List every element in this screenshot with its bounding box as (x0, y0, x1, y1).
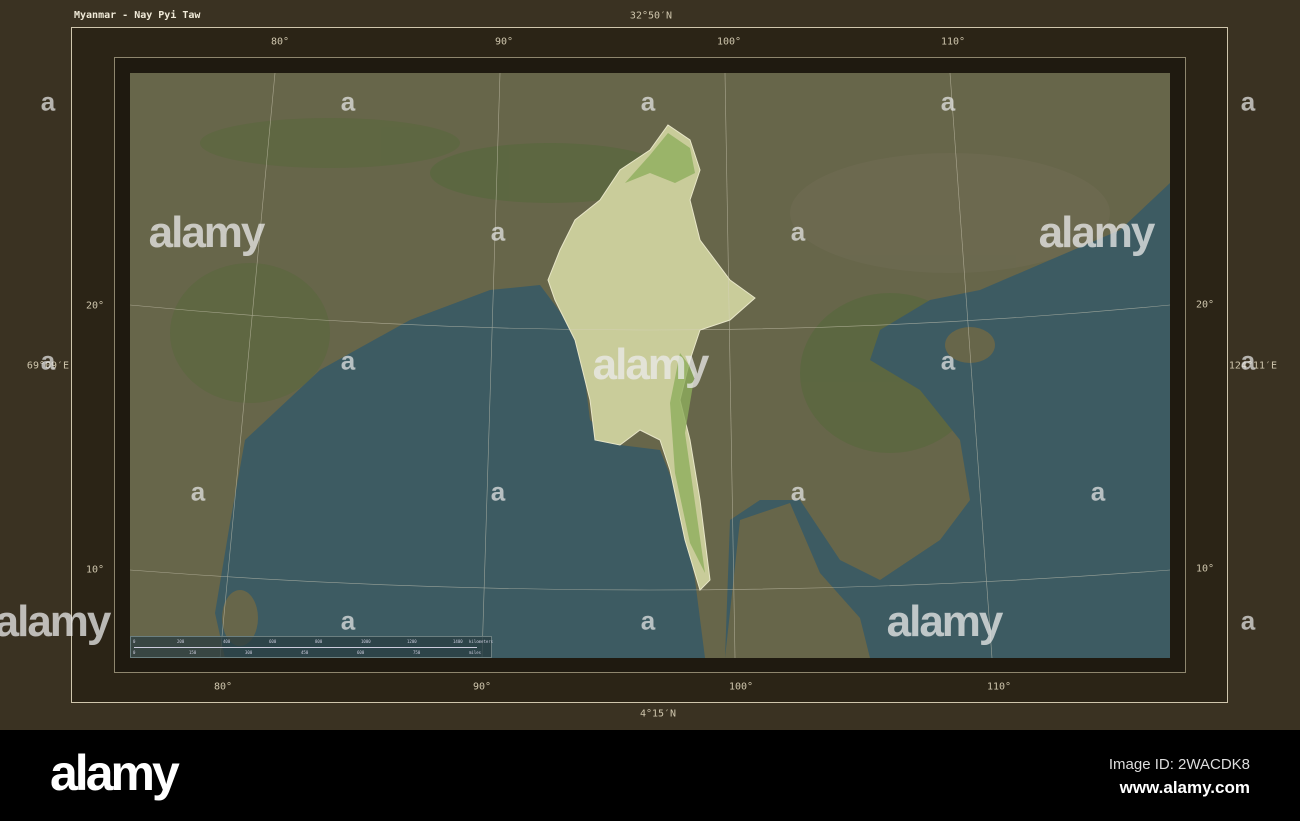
map-title: Myanmar - Nay Pyi Taw (74, 10, 201, 21)
left-lat-label: 10° (85, 564, 105, 576)
watermark-mark: a (490, 476, 506, 507)
footer-banner: alamy Image ID: 2WACDK8 www.alamy.com (0, 730, 1300, 821)
scale-km-unit: kilometers (469, 639, 494, 644)
alamy-logo[interactable]: alamy (50, 744, 180, 802)
scale-km-tick: 1200 (407, 639, 417, 644)
bottom-lon-label: 100° (728, 681, 754, 693)
watermark-mark: a (1090, 476, 1106, 507)
watermark-mark: a (340, 86, 356, 117)
bottom-lon-label: 80° (213, 681, 233, 693)
right-lat-label: 10° (1195, 563, 1215, 575)
bottom-lon-label: 90° (472, 681, 492, 693)
scale-km-tick: 1400 (453, 639, 463, 644)
bottom-lon-label: 110° (986, 681, 1012, 693)
left-lat-label: 20° (85, 300, 105, 312)
watermark-mark: a (640, 605, 656, 636)
top-lon-label: 110° (940, 36, 966, 48)
watermark-mark: a (790, 476, 806, 507)
scale-bar: 0 200 400 600 800 1000 1200 1400 kilomet… (130, 636, 494, 658)
watermark-mark: a (940, 86, 956, 117)
watermark-mark: a (1240, 345, 1256, 376)
top-lon-label: 100° (716, 36, 742, 48)
watermark-mark: a (340, 605, 356, 636)
watermark: alamy (1038, 208, 1156, 257)
scale-km-tick: 1000 (361, 639, 371, 644)
scale-km-tick: 400 (223, 639, 231, 644)
scale-mile-tick: 0 (133, 650, 136, 655)
watermark-mark: a (640, 86, 656, 117)
watermark-mark: a (190, 476, 206, 507)
watermark-mark: a (940, 345, 956, 376)
watermark: alamy (886, 597, 1004, 646)
watermark-mark: a (1240, 86, 1256, 117)
top-lon-label: 90° (494, 36, 514, 48)
scale-km-tick: 800 (315, 639, 323, 644)
watermark-mark: a (1240, 605, 1256, 636)
scale-mile-tick: 750 (413, 650, 421, 655)
top-lon-label: 80° (270, 36, 290, 48)
scale-mile-tick: 600 (357, 650, 365, 655)
scale-km-tick: 0 (133, 639, 136, 644)
scale-line (134, 647, 477, 648)
scale-mile-tick: 450 (301, 650, 309, 655)
watermark: alamy (592, 340, 710, 389)
scale-km-tick: 600 (269, 639, 277, 644)
watermark-mark: a (40, 86, 56, 117)
watermark-mark: a (340, 345, 356, 376)
right-lat-label: 20° (1195, 299, 1215, 311)
scale-mile-tick: 300 (245, 650, 253, 655)
watermark-mark: a (790, 216, 806, 247)
north-extent-label: 32°50′N (629, 10, 673, 22)
watermark-mark: a (40, 345, 56, 376)
scale-mile-unit: miles (469, 650, 482, 655)
scale-km-tick: 200 (177, 639, 185, 644)
site-url[interactable]: www.alamy.com (1120, 778, 1250, 798)
watermark: alamy (0, 597, 111, 646)
watermark: alamy (148, 208, 266, 257)
watermark-mark: a (490, 216, 506, 247)
south-extent-label: 4°15′N (639, 708, 677, 720)
scale-mile-tick: 150 (189, 650, 197, 655)
image-id: Image ID: 2WACDK8 (1108, 756, 1250, 773)
